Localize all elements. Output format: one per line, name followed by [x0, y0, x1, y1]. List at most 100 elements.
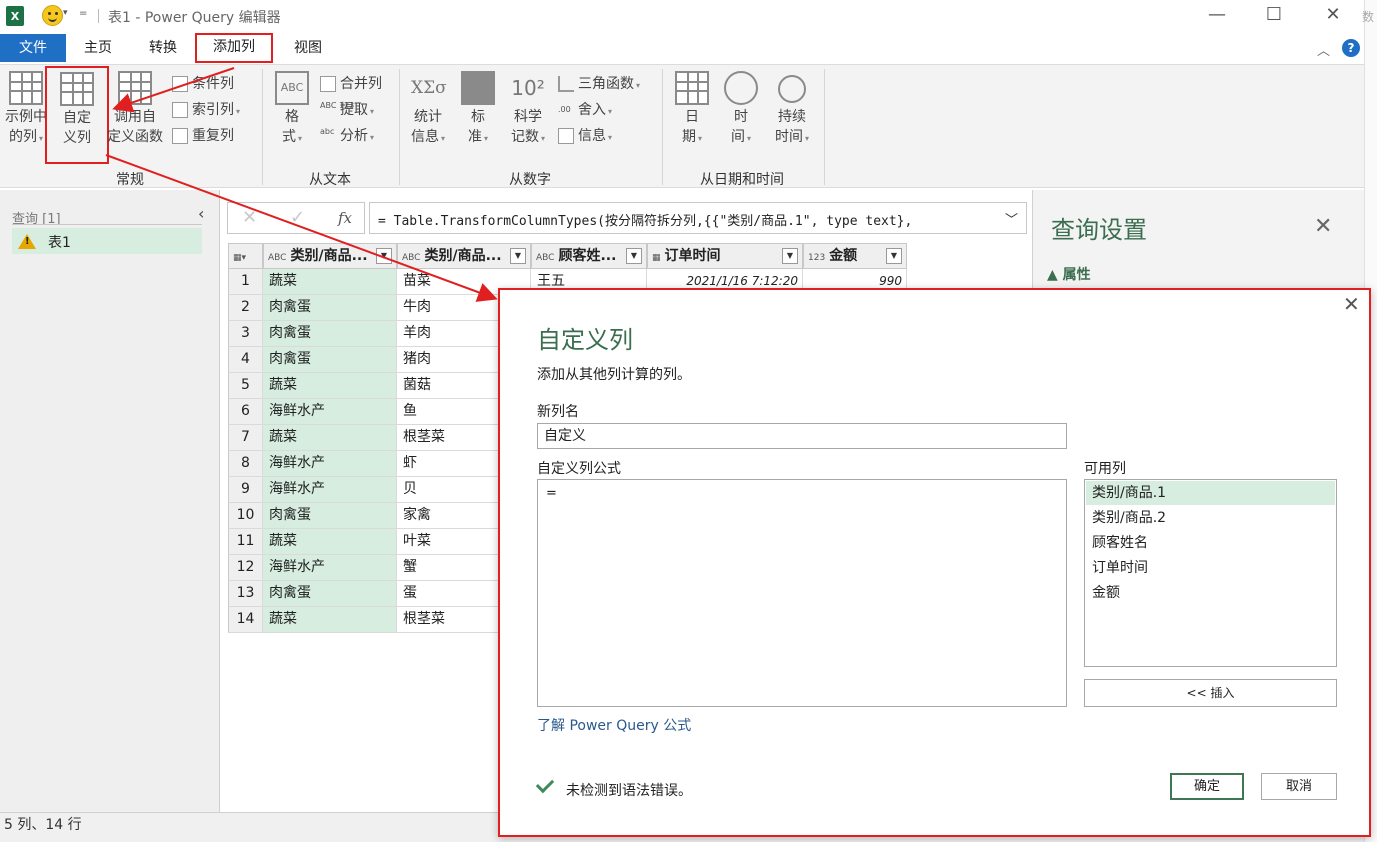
- table-cell[interactable]: 蔬菜: [263, 425, 397, 451]
- table-cell[interactable]: 蔬菜: [263, 269, 397, 295]
- available-column-item[interactable]: 金额: [1086, 581, 1335, 605]
- tab-transform[interactable]: 转换: [140, 34, 186, 62]
- text-type-icon: ABC: [402, 253, 421, 263]
- learn-formulas-link[interactable]: 了解 Power Query 公式: [537, 715, 691, 735]
- table-icon: [9, 71, 43, 105]
- filter-icon[interactable]: ▼: [376, 248, 392, 264]
- tab-home[interactable]: 主页: [76, 34, 120, 62]
- fx-icon[interactable]: fx: [338, 209, 352, 227]
- filter-icon[interactable]: ▼: [510, 248, 526, 264]
- column-from-examples-button[interactable]: 示例中 的列 ▾: [2, 71, 50, 149]
- table-icon: ▦▾: [233, 253, 247, 263]
- table-cell[interactable]: 蔬菜: [263, 607, 397, 633]
- cancel-formula-icon[interactable]: ✕: [242, 207, 257, 228]
- duration-button[interactable]: 持续 时间 ▾: [768, 71, 816, 149]
- table-cell[interactable]: 海鲜水产: [263, 451, 397, 477]
- tab-view[interactable]: 视图: [286, 34, 330, 62]
- table-cell[interactable]: 肉禽蛋: [263, 581, 397, 607]
- rounding-button[interactable]: .00 舍入 ▾: [558, 99, 612, 121]
- parse-button[interactable]: abc 分析 ▾: [320, 125, 374, 147]
- row-number: 4: [228, 347, 263, 373]
- invoke-custom-function-button[interactable]: 调用自 定义函数: [103, 71, 167, 147]
- filter-icon[interactable]: ▼: [626, 248, 642, 264]
- filter-icon[interactable]: ▼: [886, 248, 902, 264]
- close-icon[interactable]: ✕: [1314, 214, 1332, 239]
- close-icon[interactable]: ✕: [1343, 292, 1360, 316]
- trigonometry-button[interactable]: 三角函数 ▾: [558, 73, 640, 95]
- table-cell[interactable]: 肉禽蛋: [263, 321, 397, 347]
- row-number: 10: [228, 503, 263, 529]
- index-column-button[interactable]: 索引列 ▾: [172, 99, 240, 121]
- conditional-column-button[interactable]: 条件列: [172, 73, 234, 95]
- maximize-button[interactable]: ☐: [1262, 4, 1286, 26]
- stopwatch-icon: [778, 75, 806, 103]
- table-cell[interactable]: 海鲜水产: [263, 399, 397, 425]
- table-cell[interactable]: 肉禽蛋: [263, 295, 397, 321]
- column-header[interactable]: ABC 顾客姓... ▼: [531, 243, 647, 269]
- chevron-left-icon[interactable]: ‹: [198, 204, 204, 223]
- table-cell[interactable]: 蔬菜: [263, 529, 397, 555]
- table-cell[interactable]: 肉禽蛋: [263, 503, 397, 529]
- formula-input[interactable]: = Table.TransformColumnTypes(按分隔符拆分列,{{"…: [369, 202, 1027, 234]
- insert-button[interactable]: << 插入: [1084, 679, 1337, 707]
- time-button[interactable]: 时 间 ▾: [719, 71, 763, 149]
- row-number: 14: [228, 607, 263, 633]
- calculator-icon: [461, 71, 495, 105]
- table-cell[interactable]: 海鲜水产: [263, 477, 397, 503]
- new-column-name-input[interactable]: 自定义: [537, 423, 1067, 449]
- tab-file[interactable]: 文件: [0, 34, 66, 62]
- query-item[interactable]: 表1: [12, 228, 202, 254]
- scientific-icon: 10²: [511, 76, 545, 100]
- text-type-icon: ABC: [268, 253, 287, 263]
- available-columns-list[interactable]: 类别/商品.1 类别/商品.2 顾客姓名 订单时间 金额: [1084, 479, 1337, 667]
- format-button[interactable]: ABC 格 式 ▾: [270, 71, 314, 149]
- table-cell[interactable]: 蔬菜: [263, 373, 397, 399]
- confirm-formula-icon[interactable]: ✓: [290, 207, 305, 228]
- help-icon[interactable]: ?: [1342, 39, 1360, 57]
- group-label-from-number: 从数字: [509, 172, 551, 188]
- merge-columns-icon: [320, 76, 336, 92]
- index-column-icon: [172, 102, 188, 118]
- formula-text: = Table.TransformColumnTypes(按分隔符拆分列,{{"…: [378, 214, 913, 229]
- qat-dropdown-icon[interactable]: ▾: [63, 8, 68, 18]
- minimize-button[interactable]: —: [1205, 4, 1229, 26]
- available-column-item[interactable]: 订单时间: [1086, 556, 1335, 580]
- standard-button[interactable]: 标 准 ▾: [456, 71, 500, 149]
- dialog-title: 自定义列: [537, 326, 633, 354]
- filter-icon[interactable]: ▼: [782, 248, 798, 264]
- date-button[interactable]: 日 期 ▾: [670, 71, 714, 149]
- row-number: 3: [228, 321, 263, 347]
- smiley-icon[interactable]: [42, 5, 63, 26]
- invoke-function-label-2: 定义函数: [107, 129, 163, 145]
- column-header[interactable]: ABC 类别/商品... ▼: [397, 243, 531, 269]
- scientific-button[interactable]: 10² 科学 记数 ▾: [504, 71, 552, 149]
- statistics-button[interactable]: XΣσ 统计 信息 ▾: [404, 71, 452, 149]
- close-window-button[interactable]: ✕: [1321, 4, 1345, 26]
- collapse-ribbon-icon[interactable]: ︿: [1317, 40, 1330, 59]
- column-header[interactable]: ▦ 订单时间 ▼: [647, 243, 803, 269]
- properties-section[interactable]: ▲ 属性: [1047, 264, 1091, 284]
- available-column-item[interactable]: 类别/商品.1: [1086, 481, 1335, 505]
- information-button[interactable]: 信息 ▾: [558, 125, 612, 147]
- extract-button[interactable]: ABC 123提取 ▾: [320, 99, 374, 121]
- available-column-item[interactable]: 顾客姓名: [1086, 531, 1335, 555]
- tab-add-column[interactable]: 添加列: [195, 33, 273, 63]
- table-menu-button[interactable]: ▦▾: [228, 243, 263, 269]
- column-header[interactable]: 123 金额 ▼: [803, 243, 907, 269]
- row-number: 6: [228, 399, 263, 425]
- available-column-item[interactable]: 类别/商品.2: [1086, 506, 1335, 530]
- formula-bar: ✕ ✓ fx = Table.TransformColumnTypes(按分隔符…: [221, 190, 1032, 240]
- merge-columns-button[interactable]: 合并列: [320, 73, 382, 95]
- custom-column-dialog: ✕ 自定义列 添加从其他列计算的列。 新列名 自定义 自定义列公式 = 可用列 …: [498, 288, 1371, 837]
- duplicate-column-button[interactable]: 重复列: [172, 125, 234, 147]
- cancel-button[interactable]: 取消: [1261, 773, 1337, 800]
- table-cell[interactable]: 海鲜水产: [263, 555, 397, 581]
- qat-customize-icon[interactable]: =: [79, 8, 87, 19]
- custom-formula-input[interactable]: =: [537, 479, 1067, 707]
- table-cell[interactable]: 肉禽蛋: [263, 347, 397, 373]
- ok-button[interactable]: 确定: [1170, 773, 1244, 800]
- group-label-from-text: 从文本: [309, 172, 351, 188]
- column-header[interactable]: ABC 类别/商品... ▼: [263, 243, 397, 269]
- chevron-down-icon[interactable]: ﹀: [1005, 209, 1018, 228]
- custom-column-button[interactable]: 自定 义列: [45, 66, 109, 164]
